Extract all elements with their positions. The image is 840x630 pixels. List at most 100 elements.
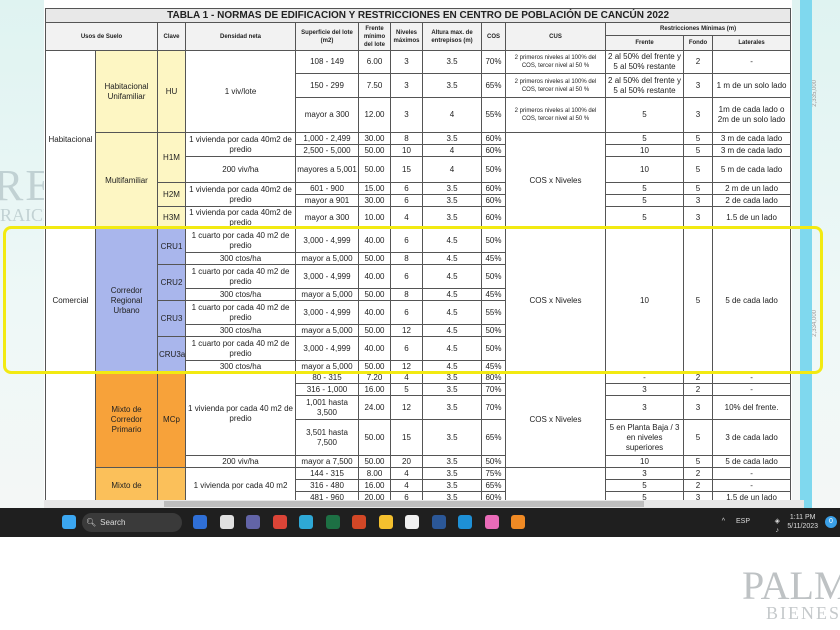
table-row: Habitacional Habitacional Unifamiliar HU 1 …	[45, 50, 792, 229]
table-row: H2M 1 vivienda por cada 40m2 de predio 601…	[46, 182, 792, 207]
table-cell: 30.00	[358, 132, 391, 145]
table-cell: 3 m de cada lado	[711, 132, 792, 145]
table-cell: 6	[390, 194, 423, 207]
table-cell: 3,501 hasta 7,500	[295, 419, 359, 456]
table-cell: 4	[422, 156, 482, 183]
table-cell: 1 vivienda por cada 40m2 de predio	[185, 132, 296, 157]
table-cell: Habitacional Unifamiliar	[95, 50, 158, 133]
table-cell: 10	[605, 455, 684, 468]
table-cell: 3.5	[422, 132, 482, 145]
table-cell: 3.5	[422, 194, 482, 207]
notepad-icon[interactable]	[405, 515, 419, 529]
table-cell: 2	[683, 383, 713, 396]
table-cell: 80 - 315	[295, 372, 359, 384]
table-cell: 65%	[481, 419, 506, 456]
table-cell: 316 - 1,000	[295, 383, 359, 396]
notification-badge[interactable]: 0	[825, 516, 837, 528]
word-icon[interactable]	[431, 515, 446, 529]
table-cell: 30.00	[358, 194, 391, 207]
table-cell: 12.00	[358, 97, 391, 133]
table-cell: 10	[605, 144, 684, 157]
column-header: Densidad neta	[185, 22, 296, 51]
table-cell: 3	[683, 97, 713, 133]
table-cell: 200 viv/ha	[185, 156, 296, 183]
chevron-up-icon[interactable]: ^	[722, 517, 725, 526]
clock[interactable]: 1:11 PM 5/11/2023	[787, 513, 818, 531]
clock-date: 5/11/2023	[787, 523, 818, 530]
table-cell: Mixto de	[95, 467, 158, 500]
powerpoint-icon[interactable]	[352, 515, 366, 529]
excel-icon[interactable]	[325, 515, 340, 529]
table-cell: 3.5	[422, 395, 482, 420]
table-cell: 3.5	[422, 372, 482, 384]
table-cell: 2,500 - 5,000	[295, 144, 359, 157]
table-cell: 15.00	[358, 182, 391, 195]
taskbar-search[interactable]: 🔍︎ Search	[82, 513, 182, 532]
table-cell: 5	[683, 182, 713, 195]
column-header: COS	[481, 22, 506, 51]
column-header: Fondo	[683, 35, 713, 51]
table-cell: 8.00	[358, 467, 391, 480]
column-header: Superficie del lote (m2)	[295, 22, 359, 51]
table-cell: 3 m de cada lado	[711, 144, 792, 157]
table-cell: 2 primeros niveles al 100% del COS, terc…	[505, 97, 606, 133]
table-cell: -	[711, 383, 792, 396]
table-cell: 2 al 50% del frente y 5 al 50% restante	[605, 73, 684, 98]
table-cell: 5 de cada lado	[711, 455, 792, 468]
title-row: TABLA 1 - NORMAS DE EDIFICACION Y RESTRI…	[44, 8, 792, 23]
table-cell: 3	[390, 50, 423, 74]
table-row: Multifamiliar H1M 1 vivienda por cada 40m2…	[46, 132, 792, 229]
wifi-volume-icon[interactable]: ◈ ♪	[775, 517, 780, 535]
table-cell: 5	[605, 97, 684, 133]
mail-icon[interactable]	[458, 515, 472, 529]
bing-icon[interactable]	[193, 515, 207, 529]
table-cell: 5	[605, 491, 684, 500]
table-cell: 3	[390, 73, 423, 98]
table-cell: 481 - 960	[295, 491, 359, 500]
column-header: Frente mínimo del lote	[358, 22, 391, 51]
table-row: Mixto de Corredor Primario MCp 1 vivienda …	[45, 372, 792, 500]
chrome-icon[interactable]	[272, 515, 287, 529]
windows-start-icon[interactable]	[62, 515, 76, 529]
table-cell: 4	[390, 479, 423, 492]
header-row: Usos de Suelo Clave Densidad neta Superfici…	[45, 22, 792, 51]
table-cell: 16.00	[358, 383, 391, 396]
table-cell: 1m de cada lado o 2m de un solo lado	[711, 97, 792, 133]
column-header: Niveles máximos	[390, 22, 423, 51]
highlight-box	[3, 226, 823, 374]
screen-background: REAL RAICES TABLA 1 - NORMAS DE EDIFICAC…	[0, 0, 840, 508]
table-cell: COS x Niveles	[505, 132, 606, 229]
table-cell: 4	[422, 144, 482, 157]
table-cell: 3.5	[422, 479, 482, 492]
table-cell: 5	[605, 182, 684, 195]
itunes-icon[interactable]	[484, 515, 499, 529]
acrobat-icon[interactable]	[511, 515, 525, 529]
watermark-bienes: BIENES	[766, 603, 840, 623]
table-cell	[157, 467, 186, 500]
table-cell: 60%	[481, 182, 506, 195]
table-cell: 1 m de un solo lado	[711, 73, 792, 98]
table-cell: MCp	[157, 372, 186, 468]
table-cell: 20	[390, 455, 423, 468]
teams-icon[interactable]	[246, 515, 260, 529]
table-cell: COS x Niveles	[505, 372, 606, 468]
table-cell: 10	[605, 156, 684, 183]
file-explorer-icon[interactable]	[378, 515, 393, 529]
language-indicator[interactable]: ESP	[736, 517, 750, 526]
ruler-label: 2,335,000	[812, 80, 818, 107]
table-cell: 1,000 - 2,499	[295, 132, 359, 145]
column-header: Frente	[605, 35, 684, 51]
table-cell: 50%	[481, 455, 506, 468]
edge-icon[interactable]	[299, 515, 313, 529]
horizontal-scrollbar[interactable]	[44, 500, 804, 508]
scrollbar-thumb[interactable]	[164, 501, 644, 507]
table-cell: 50.00	[358, 419, 391, 456]
table-cell: mayor a 7,500	[295, 455, 359, 468]
table-cell: 3	[683, 395, 713, 420]
table-cell: Habitacional	[45, 50, 96, 229]
task-view-icon[interactable]	[219, 515, 234, 529]
table-cell: 2	[683, 372, 713, 384]
table-cell: 70%	[481, 383, 506, 396]
table-cell: 3	[683, 73, 713, 98]
table-cell: 2 al 50% del frente y 5 al 50% restante	[605, 50, 684, 74]
